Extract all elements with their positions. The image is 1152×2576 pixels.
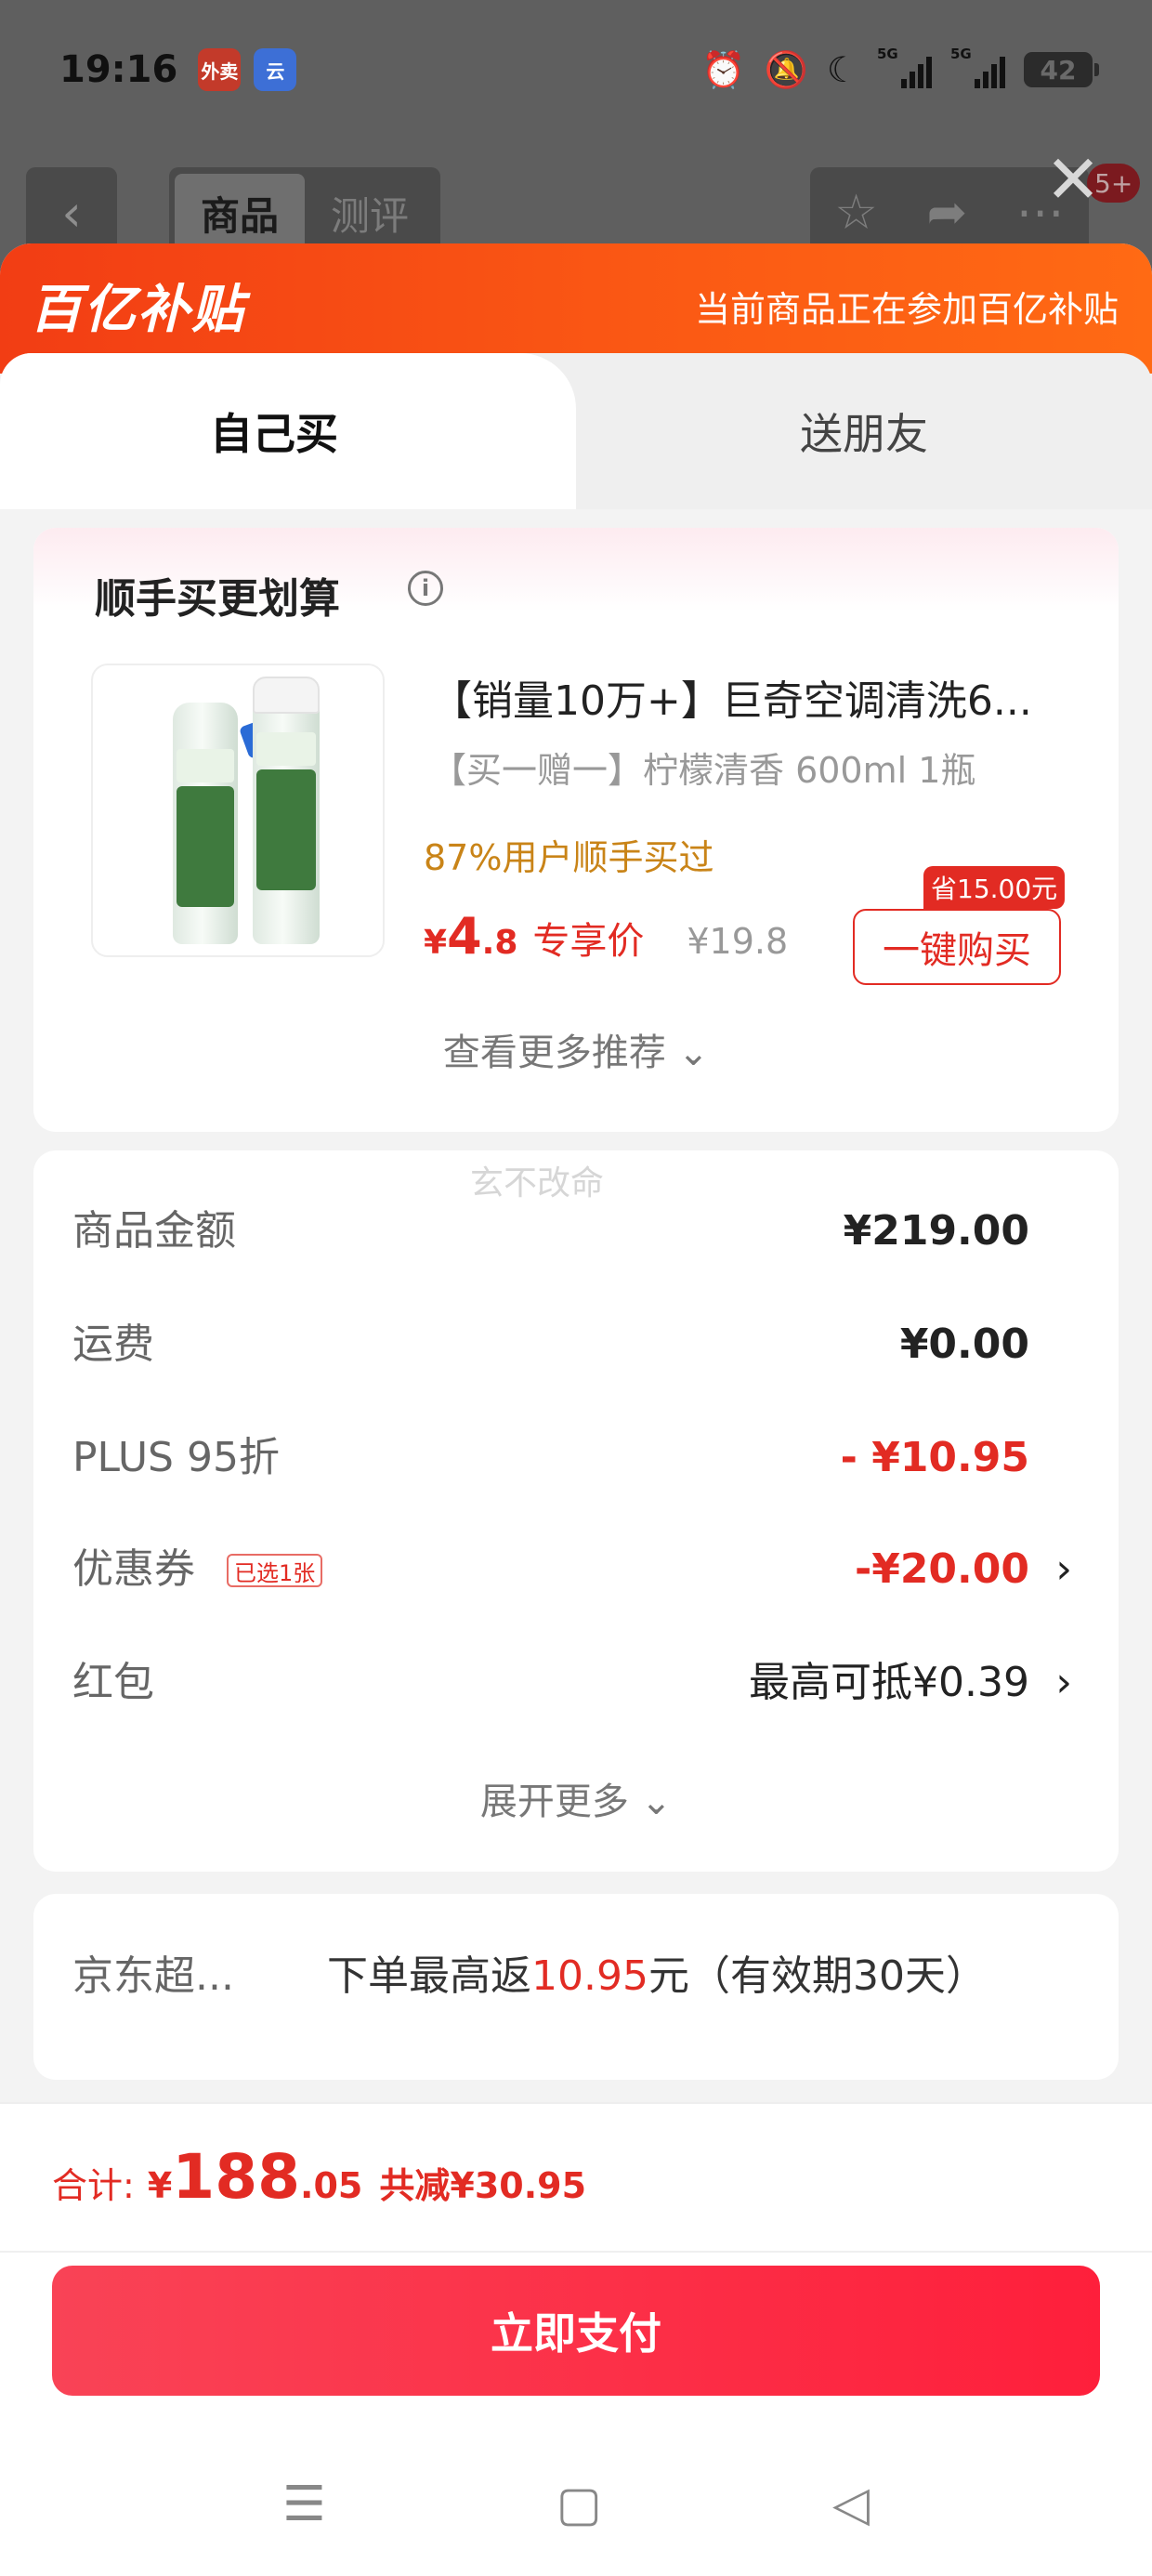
expand-more-link[interactable]: 展开更多 ⌄ (33, 1771, 1119, 1825)
close-icon: ✕ (1044, 140, 1102, 218)
one-click-buy-button[interactable]: 一键购买 (853, 909, 1061, 985)
watermark: 玄不改命 (470, 1164, 605, 1203)
product-nav: ‹ 商品 测评 ☆ ➦ ⋯ (0, 163, 1152, 258)
total-summary: 合计: ¥ 188 .05 共减¥30.95 (52, 2141, 587, 2213)
system-nav-bar: ☰ ▢ ◁ (0, 2453, 1152, 2556)
signal-5g-icon: 5G (950, 46, 1005, 88)
status-icons: ⏰ 🔕 ☾ 5G 5G 42 (701, 46, 1099, 90)
sheet-body: 顺手买更划算 i 【销量10万+】巨奇空调清洗6... 【买一赠一】柠檬清香 6… (0, 509, 1152, 2331)
chevron-right-icon: › (1055, 1545, 1072, 1593)
tab-gift-friend[interactable]: 送朋友 (576, 353, 1152, 509)
price-detail-card: 玄不改命 商品金额 ¥219.00 运费 ¥0.00 PLUS 95折 - ¥1… (33, 1150, 1119, 1872)
coupon-selected-chip: 已选1张 (227, 1554, 323, 1587)
total-amount: 188 (172, 2141, 301, 2213)
cashback-amount: 10.95 (531, 1952, 648, 2000)
tab-buy-self[interactable]: 自己买 (0, 353, 576, 509)
cloud-app-icon: 云 (254, 48, 297, 91)
detail-row-shipping: 运费 ¥0.00 (72, 1321, 1029, 1368)
pay-now-button[interactable]: 立即支付 (52, 2266, 1100, 2396)
cashback-card: 京东超... 下单最高返10.95元（有效期30天） (33, 1894, 1119, 2080)
save-badge: 省15.00元 (923, 866, 1066, 909)
menu-icon[interactable]: ☰ (282, 2477, 326, 2532)
bought-rate: 87%用户顺手买过 (424, 837, 714, 878)
home-icon[interactable]: ▢ (556, 2477, 602, 2532)
original-price: ¥19.8 (687, 921, 789, 962)
detail-row-red-packet[interactable]: 红包 最高可抵¥0.39 › (33, 1650, 1119, 1715)
recommend-card: 顺手买更划算 i 【销量10万+】巨奇空调清洗6... 【买一赠一】柠檬清香 6… (33, 528, 1119, 1132)
cashback-label: 京东超... (72, 1952, 234, 2000)
product-price: ¥ 4 .8 专享价 ¥19.8 (424, 907, 789, 966)
subsidy-note: 当前商品正在参加百亿补贴 (694, 289, 1119, 330)
bell-off-icon: 🔕 (764, 49, 808, 90)
back-icon[interactable]: ◁ (832, 2477, 870, 2532)
cashback-text: 下单最高返10.95元（有效期30天） (327, 1952, 987, 2000)
detail-row-goods-amount: 商品金额 ¥219.00 (72, 1207, 1029, 1255)
battery-icon: 42 (1024, 52, 1099, 87)
status-time: 19:16 (59, 48, 178, 91)
subsidy-logo: 百亿补贴 (30, 280, 245, 340)
detail-row-plus-discount: PLUS 95折 - ¥10.95 (72, 1434, 1029, 1481)
star-icon[interactable]: ☆ (834, 185, 878, 241)
purchase-tabs: 自己买 送朋友 (0, 353, 1152, 509)
tab-review[interactable]: 测评 (305, 174, 435, 252)
close-button[interactable]: ✕ (1039, 145, 1107, 214)
status-bar: 19:16 外卖 云 ⏰ 🔕 ☾ 5G 5G 42 (0, 0, 1152, 139)
moon-icon: ☾ (826, 49, 858, 90)
detail-row-coupon[interactable]: 优惠券 已选1张 -¥20.00 › (33, 1537, 1119, 1602)
product-spec: 【买一赠一】柠檬清香 600ml 1瓶 (431, 750, 976, 791)
takeout-app-icon: 外卖 (198, 48, 242, 91)
total-reduction: 共减¥30.95 (379, 2165, 587, 2206)
more-recommend-link[interactable]: 查看更多推荐 ⌄ (33, 1022, 1119, 1076)
exclusive-price-label: 专享价 (532, 920, 645, 963)
info-icon[interactable]: i (408, 571, 443, 606)
chevron-left-icon: ‹ (61, 183, 82, 243)
share-icon[interactable]: ➦ (927, 185, 968, 241)
tab-product[interactable]: 商品 (175, 174, 305, 252)
alarm-icon: ⏰ (701, 49, 746, 90)
signal-5g-icon: 5G (877, 46, 932, 88)
product-name[interactable]: 【销量10万+】巨奇空调清洗6... (431, 667, 1100, 727)
recommend-title: 顺手买更划算 (95, 575, 340, 623)
chevron-right-icon: › (1055, 1659, 1072, 1706)
product-image[interactable] (91, 664, 385, 957)
background-page: 19:16 外卖 云 ⏰ 🔕 ☾ 5G 5G 42 ‹ 商品 测评 ☆ ➦ ⋯ (0, 0, 1152, 279)
